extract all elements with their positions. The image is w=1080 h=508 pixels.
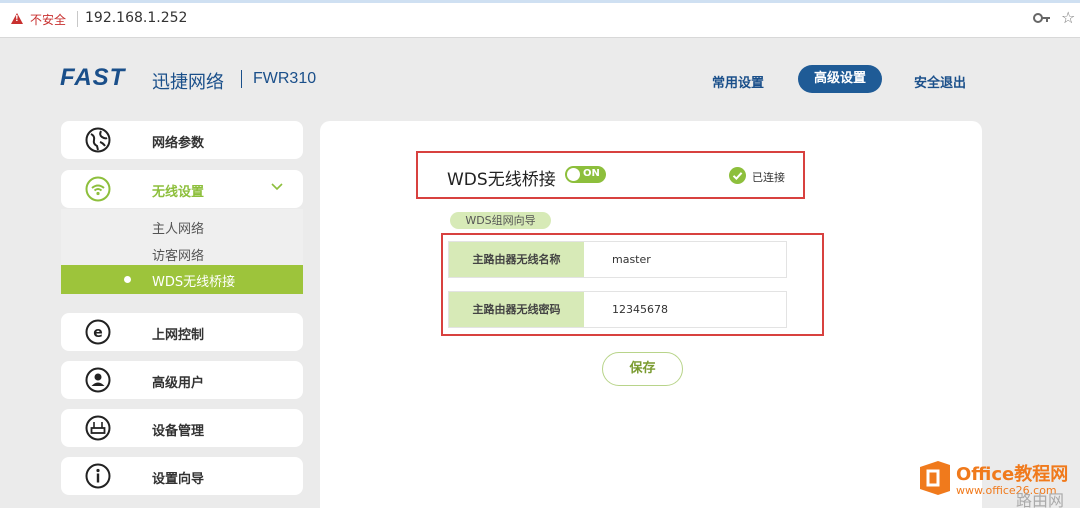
wireless-submenu: 主人网络 访客网络 WDS无线桥接 xyxy=(61,209,303,294)
field-label: 主路由器无线密码 xyxy=(449,292,584,327)
field-label: 主路由器无线名称 xyxy=(449,242,584,277)
submenu-label: WDS无线桥接 xyxy=(152,275,236,290)
sidebar-item-advanced-user[interactable]: 高级用户 xyxy=(61,361,303,399)
submenu-host-network[interactable]: 主人网络 xyxy=(152,218,204,237)
wds-toggle[interactable]: ON xyxy=(565,166,606,183)
watermark-title: Office教程网 xyxy=(956,464,1069,485)
toggle-label: ON xyxy=(583,168,600,179)
host-ssid-field[interactable]: 主路由器无线名称 master xyxy=(448,241,787,278)
field-value[interactable]: 12345678 xyxy=(612,303,668,316)
save-button[interactable]: 保存 xyxy=(602,352,683,386)
sidebar-item-label: 高级用户 xyxy=(152,376,205,391)
sidebar-item-network[interactable]: 网络参数 xyxy=(61,121,303,159)
svg-text:e: e xyxy=(93,325,103,341)
warning-icon[interactable] xyxy=(11,13,23,24)
nav-advanced-settings[interactable]: 高级设置 xyxy=(798,65,882,93)
sidebar-item-label: 无线设置 xyxy=(152,185,205,200)
model-name: FWR310 xyxy=(253,70,317,87)
internet-icon: e xyxy=(85,319,111,345)
brand-name: 迅捷网络 xyxy=(152,72,224,93)
globe-icon xyxy=(85,127,111,153)
key-icon[interactable] xyxy=(1033,11,1051,25)
sidebar-item-wireless[interactable]: 无线设置 xyxy=(61,170,303,208)
sidebar-item-label: 网络参数 xyxy=(152,136,205,151)
info-icon xyxy=(85,463,111,489)
divider xyxy=(77,11,78,27)
active-dot-icon xyxy=(124,276,131,283)
tab-strip xyxy=(0,0,1080,3)
office-logo-icon xyxy=(920,461,950,495)
security-label[interactable]: 不安全 xyxy=(30,11,66,28)
sidebar-item-label: 设备管理 xyxy=(152,424,205,439)
url-field[interactable]: 192.168.1.252 xyxy=(85,10,187,26)
chevron-down-icon xyxy=(271,183,283,191)
bookmark-star-icon[interactable]: ☆ xyxy=(1061,8,1075,27)
submenu-guest-network[interactable]: 访客网络 xyxy=(152,245,204,264)
toggle-knob xyxy=(567,168,580,181)
check-icon xyxy=(729,167,746,184)
connection-status: 已连接 xyxy=(752,171,785,184)
submenu-wds-bridge[interactable]: WDS无线桥接 xyxy=(61,265,303,294)
sidebar-item-device-management[interactable]: 设备管理 xyxy=(61,409,303,447)
divider xyxy=(241,70,242,88)
nav-common-settings[interactable]: 常用设置 xyxy=(712,72,764,91)
host-password-field[interactable]: 主路由器无线密码 12345678 xyxy=(448,291,787,328)
sidebar-item-setup-wizard[interactable]: 设置向导 xyxy=(61,457,303,495)
browser-address-bar: 不安全 192.168.1.252 ☆ xyxy=(0,0,1080,38)
fast-logo: FAST xyxy=(60,64,126,91)
sidebar-item-internet-control[interactable]: e 上网控制 xyxy=(61,313,303,351)
user-icon xyxy=(85,367,111,393)
field-value[interactable]: master xyxy=(612,253,651,266)
wds-title: WDS无线桥接 xyxy=(447,170,556,190)
wifi-icon xyxy=(85,176,111,202)
nav-logout[interactable]: 安全退出 xyxy=(914,72,966,91)
wds-guide-tag: WDS组网向导 xyxy=(450,212,551,229)
sidebar-item-label: 设置向导 xyxy=(152,472,205,487)
router-icon xyxy=(85,415,111,441)
watermark-site: 路由网 xyxy=(1016,491,1065,508)
sidebar-item-label: 上网控制 xyxy=(152,328,205,343)
